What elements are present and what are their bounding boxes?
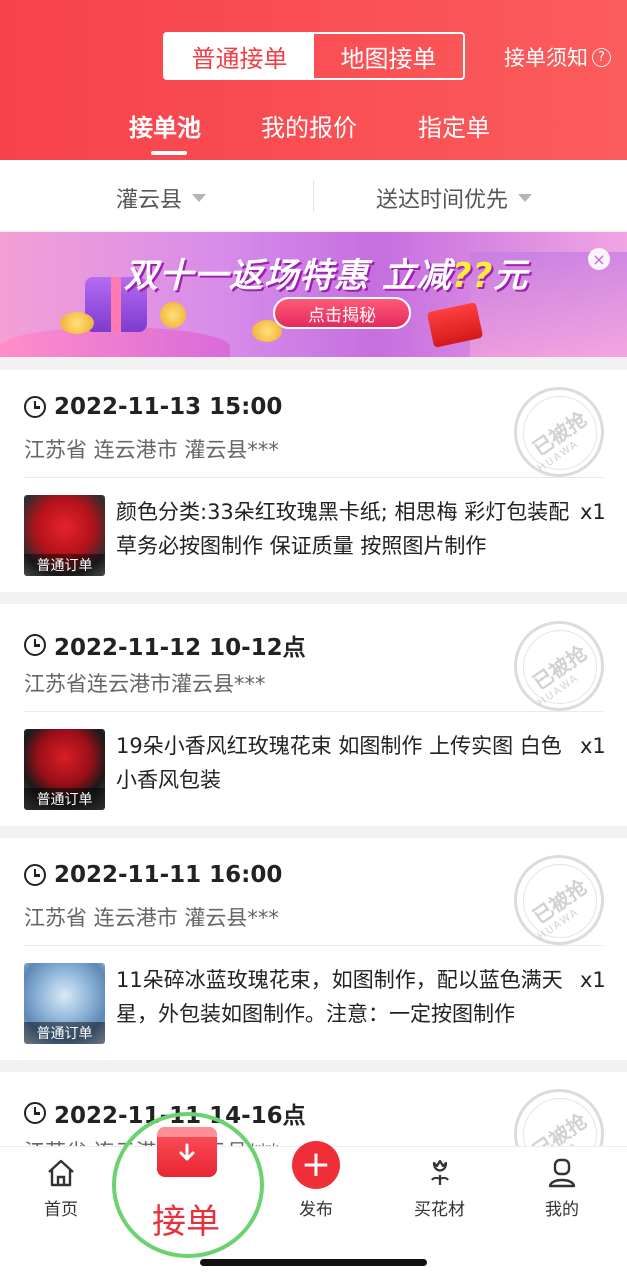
sort-filter[interactable]: 送达时间优先 bbox=[376, 182, 533, 214]
nav-buy-materials[interactable]: 买花材 bbox=[414, 1157, 465, 1220]
sort-filter-label: 送达时间优先 bbox=[376, 188, 509, 213]
nav-home[interactable]: 首页 bbox=[44, 1157, 78, 1220]
order-description: 19朵小香风红玫瑰花束 如图制作 上传实图 白色小香风包装 bbox=[116, 734, 562, 792]
clock-icon bbox=[24, 864, 46, 886]
banner-title: 双十一返场特惠 立减??元 bbox=[124, 256, 529, 296]
tab-map-order[interactable]: 地图接单 bbox=[314, 34, 463, 78]
nav-buy-materials-label: 买花材 bbox=[414, 1200, 465, 1220]
tab-my-quotes[interactable]: 我的报价 bbox=[261, 108, 357, 143]
nav-publish-label: 发布 bbox=[299, 1200, 333, 1220]
product-image: 普通订单 bbox=[24, 963, 105, 1044]
product-image: 普通订单 bbox=[24, 495, 105, 576]
nav-mine[interactable]: 我的 bbox=[545, 1157, 579, 1220]
order-quantity: x1 bbox=[580, 734, 606, 758]
nav-mine-label: 我的 bbox=[545, 1200, 579, 1220]
download-icon[interactable] bbox=[157, 1127, 217, 1177]
flower-icon bbox=[430, 1159, 449, 1185]
product-image: 普通订单 bbox=[24, 729, 105, 810]
order-card[interactable]: 2022-11-11 16:00 江苏省 连云港市 灌云县*** 已被抢 HUAW… bbox=[0, 838, 627, 1060]
order-address: 江苏省 连云港市 灌云县*** bbox=[24, 906, 279, 930]
region-filter[interactable]: 灌云县 bbox=[116, 182, 207, 214]
active-tab-indicator bbox=[151, 151, 187, 155]
divider bbox=[24, 945, 603, 946]
header: 普通接单 地图接单 接单须知 ? 接单池 我的报价 指定单 bbox=[0, 0, 627, 160]
order-address: 江苏省 连云港市 灌云县*** bbox=[24, 438, 279, 462]
taken-stamp: 已被抢HUAWA bbox=[514, 621, 604, 711]
nav-home-label: 首页 bbox=[44, 1200, 78, 1220]
banner-reveal-button[interactable]: 点击揭秘 bbox=[273, 297, 411, 329]
divider bbox=[24, 477, 603, 478]
order-card[interactable]: 2022-11-12 10-12点 江苏省连云港市灌云县*** 已被抢 HUAWA… bbox=[0, 604, 627, 826]
coin-icon bbox=[60, 312, 94, 334]
order-notice-link[interactable]: 接单须知 ? bbox=[504, 42, 611, 72]
taken-stamp: 已被抢HUAWA bbox=[514, 1089, 604, 1152]
clock-icon bbox=[24, 396, 46, 418]
close-icon[interactable]: × bbox=[588, 248, 610, 270]
divider bbox=[24, 711, 603, 712]
order-card[interactable]: 2022-11-11 14-16点 江苏省 连云港市 灌云县*** 已被抢HUA… bbox=[0, 1072, 627, 1152]
order-description: 颜色分类:33朵红玫瑰黑卡纸; 相思梅 彩灯包装配草务必按图制作 保证质量 按照… bbox=[116, 500, 570, 558]
tab-normal-order[interactable]: 普通接单 bbox=[165, 34, 314, 78]
order-type-badge: 普通订单 bbox=[24, 1022, 105, 1044]
tab-order-pool[interactable]: 接单池 bbox=[129, 108, 201, 143]
home-indicator bbox=[200, 1259, 427, 1266]
tab-assigned-orders[interactable]: 指定单 bbox=[418, 108, 490, 143]
order-address: 江苏省连云港市灌云县*** bbox=[24, 672, 266, 696]
user-icon bbox=[548, 1158, 576, 1188]
region-filter-label: 灌云县 bbox=[116, 188, 183, 213]
sub-tabs: 接单池 我的报价 指定单 bbox=[0, 108, 627, 158]
order-time: 2022-11-12 10-12点 bbox=[54, 635, 306, 661]
nav-take-order[interactable]: 接单 bbox=[152, 1194, 220, 1243]
coin-icon bbox=[160, 302, 186, 328]
clock-icon bbox=[24, 1102, 46, 1124]
order-notice-label: 接单须知 bbox=[504, 46, 588, 70]
order-card[interactable]: 2022-11-13 15:00 江苏省 连云港市 灌云县*** 已被抢 HUAW… bbox=[0, 370, 627, 592]
dropdown-arrow-icon bbox=[192, 194, 207, 202]
dropdown-arrow-icon bbox=[518, 194, 533, 202]
order-type-badge: 普通订单 bbox=[24, 554, 105, 576]
taken-stamp: 已被抢HUAWA bbox=[514, 855, 604, 945]
home-icon bbox=[48, 1159, 74, 1187]
plus-icon: + bbox=[292, 1141, 340, 1189]
order-time: 2022-11-13 15:00 bbox=[54, 394, 283, 420]
order-quantity: x1 bbox=[580, 500, 606, 524]
filter-bar: 灌云县 送达时间优先 bbox=[0, 160, 627, 230]
order-description: 11朵碎冰蓝玫瑰花束，如图制作，配以蓝色满天星，外包装如图制作。注意：一定按图制… bbox=[116, 968, 563, 1026]
question-icon: ? bbox=[592, 47, 611, 67]
order-time: 2022-11-11 16:00 bbox=[54, 862, 283, 888]
clock-icon bbox=[24, 634, 46, 656]
arrow-down-icon bbox=[179, 1143, 195, 1161]
taken-stamp: 已被抢HUAWA bbox=[514, 387, 604, 477]
nav-publish[interactable]: + 发布 bbox=[292, 1141, 340, 1220]
mode-switch: 普通接单 地图接单 bbox=[163, 32, 465, 80]
promo-banner[interactable]: 双十一返场特惠 立减??元 点击揭秘 bbox=[0, 232, 627, 357]
order-type-badge: 普通订单 bbox=[24, 788, 105, 810]
order-quantity: x1 bbox=[580, 968, 606, 992]
divider bbox=[313, 180, 314, 212]
